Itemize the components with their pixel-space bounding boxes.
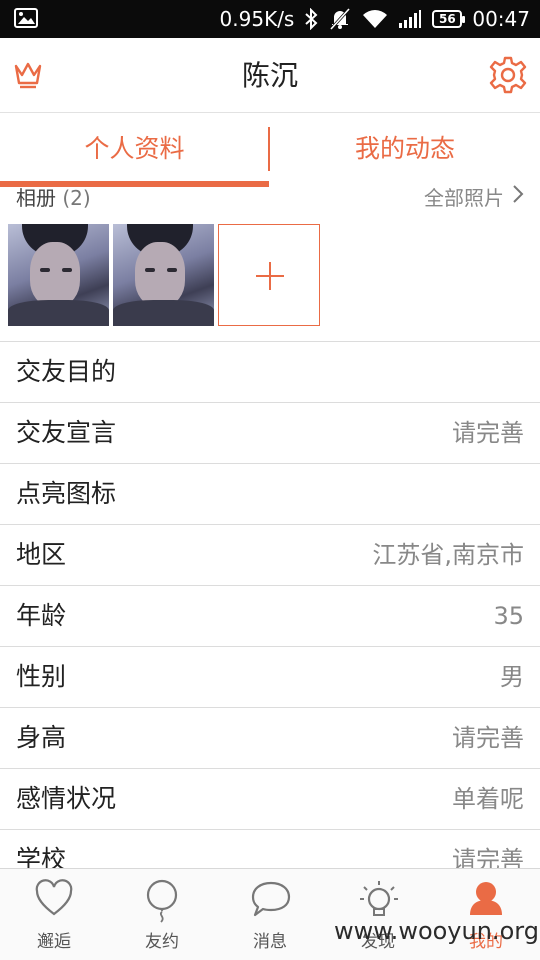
signal-icon [398, 9, 422, 29]
row-value: 请完善 [452, 724, 524, 752]
profile-row-light-icons[interactable]: 点亮图标 [0, 463, 540, 524]
row-label: 点亮图标 [16, 479, 117, 508]
row-value: 江苏省,南京市 [372, 541, 524, 569]
balloon-icon [146, 879, 178, 923]
row-label: 交友宣言 [16, 418, 117, 447]
album-photo[interactable] [8, 224, 109, 326]
wifi-icon [362, 9, 388, 29]
row-label: 感情状况 [16, 784, 117, 813]
profile-row-relationship[interactable]: 感情状况 单着呢 [0, 768, 540, 829]
row-value: 男 [500, 663, 524, 691]
row-label: 性别 [16, 662, 67, 691]
row-value: 请完善 [452, 419, 524, 447]
nav-mine[interactable]: 我的 [432, 869, 540, 960]
nav-encounter[interactable]: 邂逅 [0, 869, 108, 960]
app-header: 陈沉 [0, 38, 540, 113]
bottom-nav: 邂逅 友约 消息 发现 我的 [0, 868, 540, 960]
tab-profile[interactable]: 个人资料 [0, 113, 269, 187]
nav-dates[interactable]: 友约 [108, 869, 216, 960]
album-title: 相册 (2) [16, 182, 91, 210]
profile-row-height[interactable]: 身高 请完善 [0, 707, 540, 768]
settings-gear-icon[interactable] [488, 55, 528, 95]
nav-label: 友约 [145, 932, 179, 952]
status-bar: 0.95K/s 56 00:47 [0, 0, 540, 38]
album-title-text: 相册 [16, 186, 56, 210]
clock: 00:47 [472, 7, 530, 31]
nav-label: 邂逅 [37, 932, 71, 952]
page-title: 陈沉 [241, 59, 298, 92]
chevron-right-icon [512, 184, 524, 209]
album-count: (2) [62, 186, 91, 210]
profile-row-dating-purpose[interactable]: 交友目的 [0, 341, 540, 402]
profile-row-region[interactable]: 地区 江苏省,南京市 [0, 524, 540, 585]
network-speed: 0.95K/s [219, 7, 295, 31]
row-value: 单着呢 [452, 785, 524, 813]
row-label: 年龄 [16, 601, 67, 630]
watermark: www.wooyun.org [334, 917, 539, 945]
row-label: 交友目的 [16, 357, 117, 386]
heart-icon [35, 879, 73, 916]
chat-bubble-icon [251, 881, 291, 917]
profile-tabs: 个人资料 我的动态 [0, 113, 540, 187]
nav-label: 消息 [253, 932, 287, 952]
profile-list: 交友目的 交友宣言 请完善 点亮图标 地区 江苏省,南京市 年龄 35 性别 男… [0, 341, 540, 890]
album-header: 相册 (2) 全部照片 [0, 180, 540, 210]
profile-row-age[interactable]: 年龄 35 [0, 585, 540, 646]
album-photo[interactable] [113, 224, 214, 326]
battery-level: 56 [439, 12, 456, 26]
nav-messages[interactable]: 消息 [216, 869, 324, 960]
profile-row-gender[interactable]: 性别 男 [0, 646, 540, 707]
nav-discover[interactable]: 发现 [324, 869, 432, 960]
all-photos-label: 全部照片 [424, 186, 504, 210]
row-value: 35 [493, 602, 524, 630]
row-label: 地区 [16, 540, 67, 569]
mute-vibrate-icon [328, 8, 352, 30]
image-notification-icon [14, 8, 38, 28]
tab-my-posts[interactable]: 我的动态 [270, 113, 540, 187]
photo-strip [8, 224, 320, 326]
all-photos-link[interactable]: 全部照片 [424, 182, 524, 210]
profile-row-declaration[interactable]: 交友宣言 请完善 [0, 402, 540, 463]
add-photo-button[interactable] [218, 224, 320, 326]
battery-icon: 56 [432, 10, 466, 28]
row-label: 身高 [16, 723, 67, 752]
bluetooth-icon [304, 8, 318, 30]
